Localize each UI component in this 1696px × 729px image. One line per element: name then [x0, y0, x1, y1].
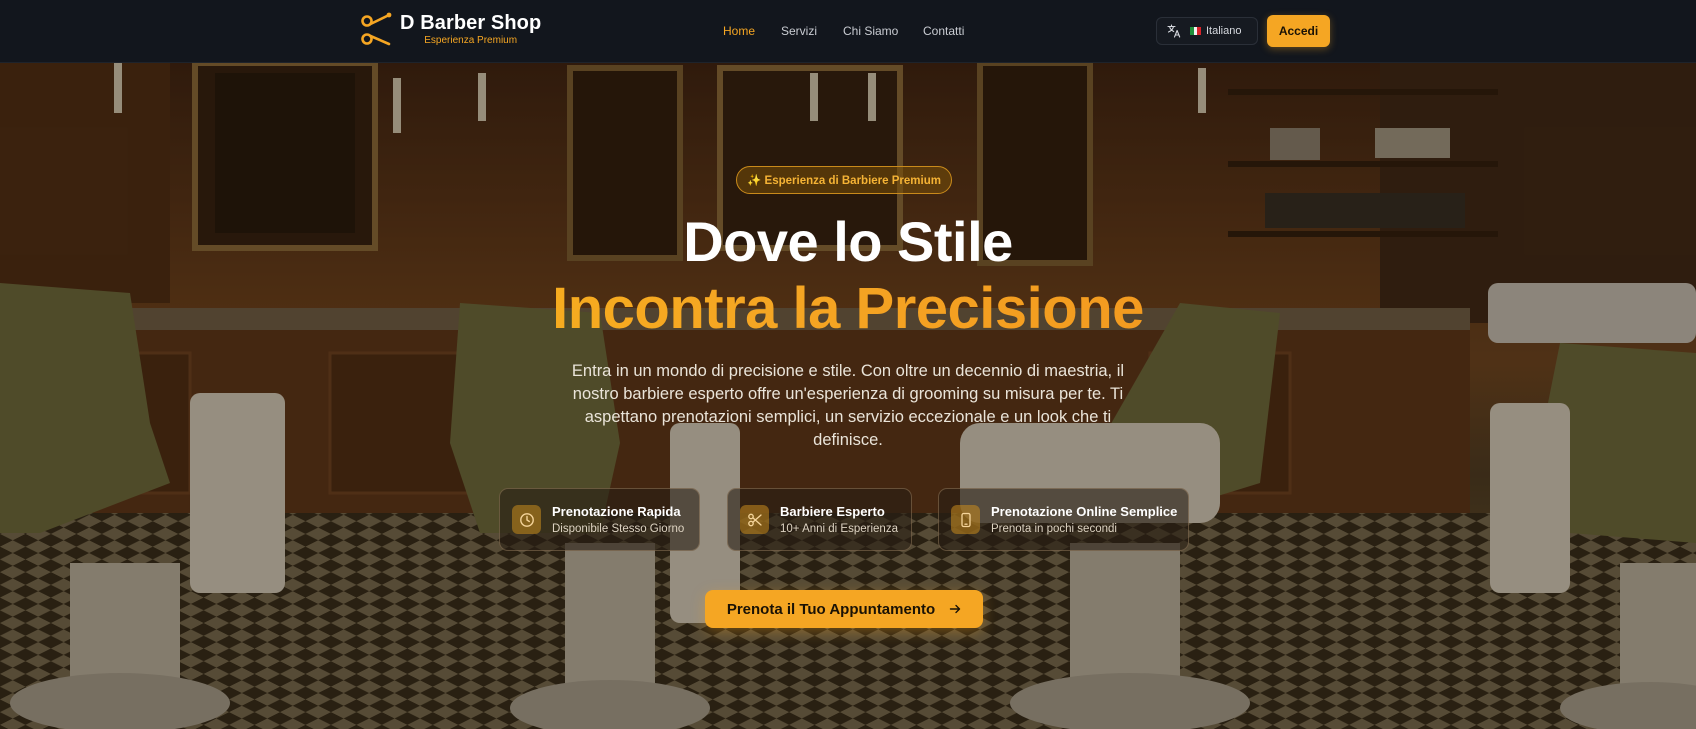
- hero-section: ✨ Esperienza di Barbiere Premium Dove lo…: [0, 63, 1696, 729]
- hero-headline-line1: Dove lo Stile: [683, 210, 1013, 273]
- feature-title: Barbiere Esperto: [780, 503, 885, 519]
- translate-icon: [1167, 24, 1181, 38]
- nav-link-servizi[interactable]: Servizi: [781, 23, 817, 39]
- brand-name: D Barber Shop: [400, 12, 542, 34]
- clock-icon: [512, 505, 541, 534]
- feature-card-expert-barber: Barbiere Esperto 10+ Anni di Esperienza: [727, 488, 912, 551]
- language-selector[interactable]: Italiano: [1156, 17, 1258, 45]
- hero-description: Entra in un mondo di precisione e stile.…: [571, 362, 1125, 449]
- feature-subtitle: 10+ Anni di Esperienza: [780, 522, 898, 535]
- feature-subtitle: Disponibile Stesso Giorno: [552, 522, 685, 535]
- brand-tagline: Esperienza Premium: [424, 35, 518, 46]
- scissors-logo-icon: [361, 12, 392, 46]
- login-button[interactable]: Accedi: [1267, 15, 1330, 47]
- arrow-right-icon: [949, 604, 961, 614]
- feature-subtitle: Prenota in pochi secondi: [991, 522, 1117, 535]
- feature-title: Prenotazione Online Semplice: [991, 503, 1178, 519]
- scissors-icon: [740, 505, 769, 534]
- feature-card-quick-booking: Prenotazione Rapida Disponibile Stesso G…: [499, 488, 700, 551]
- hero-headline-line2: Incontra la Precisione: [0, 275, 1696, 343]
- book-appointment-label: Prenota il Tuo Appuntamento: [726, 600, 936, 618]
- book-appointment-button[interactable]: Prenota il Tuo Appuntamento: [705, 590, 983, 628]
- premium-badge: ✨ Esperienza di Barbiere Premium: [736, 166, 952, 194]
- feature-card-online-booking: Prenotazione Online Semplice Prenota in …: [938, 488, 1189, 551]
- nav-link-contatti[interactable]: Contatti: [923, 23, 964, 39]
- language-label: Italiano: [1206, 25, 1242, 37]
- feature-title: Prenotazione Rapida: [552, 503, 681, 519]
- nav-link-chi-siamo[interactable]: Chi Siamo: [843, 23, 898, 39]
- navbar: D Barber Shop Esperienza Premium Home Se…: [0, 0, 1696, 63]
- brand-logo-link[interactable]: D Barber Shop Esperienza Premium: [360, 11, 541, 47]
- nav-link-home[interactable]: Home: [723, 23, 755, 39]
- italy-flag-icon: [1190, 27, 1202, 35]
- smartphone-icon: [951, 505, 980, 534]
